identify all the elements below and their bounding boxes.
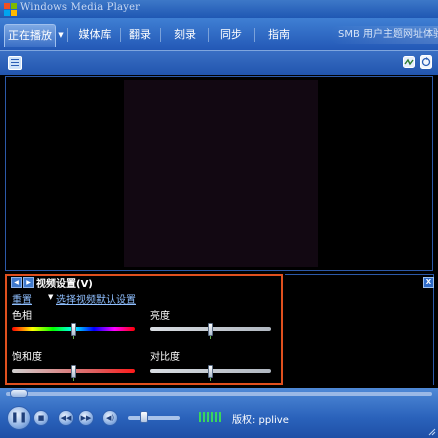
tab-divider xyxy=(254,28,255,42)
online-store-label: SMB 用户主题网址体验 xyxy=(338,29,438,40)
video-frame xyxy=(124,80,318,267)
arrow-left-icon[interactable]: ◀ xyxy=(11,277,22,288)
brightness-label: 亮度 xyxy=(150,311,170,322)
saturation-slider-thumb[interactable] xyxy=(71,365,76,381)
volume-slider-track[interactable] xyxy=(128,416,180,420)
chevron-down-icon[interactable]: ▼ xyxy=(48,293,53,301)
seek-thumb[interactable] xyxy=(10,389,28,398)
mute-button[interactable]: ◀) xyxy=(102,410,118,426)
resize-grip-icon[interactable] xyxy=(426,426,436,436)
reset-link[interactable]: 重置 xyxy=(12,291,32,306)
tab-divider xyxy=(160,28,161,42)
hue-label: 色相 xyxy=(12,311,32,322)
brightness-slider-thumb[interactable] xyxy=(208,323,213,339)
tab-library[interactable]: 媒体库 xyxy=(70,24,120,46)
next-button[interactable]: ▶▶ xyxy=(78,410,94,426)
title-bar[interactable]: Windows Media Player xyxy=(0,0,438,18)
volume-slider-thumb[interactable] xyxy=(139,411,148,423)
next-icon: ▶▶ xyxy=(80,414,92,422)
contrast-label: 对比度 xyxy=(150,352,180,363)
tab-guide[interactable]: 指南 xyxy=(258,24,300,46)
seek-bar[interactable] xyxy=(6,392,432,396)
toolbar xyxy=(0,51,438,75)
pause-icon: ❚❚ xyxy=(10,412,28,423)
saturation-label: 饱和度 xyxy=(12,352,42,363)
speaker-icon: ◀) xyxy=(105,414,115,422)
window-title: Windows Media Player xyxy=(20,2,141,13)
shuffle-icon[interactable] xyxy=(403,56,415,68)
repeat-icon[interactable] xyxy=(420,55,432,69)
previous-icon: ◀◀ xyxy=(60,414,72,422)
pause-button[interactable]: ❚❚ xyxy=(7,406,31,430)
select-defaults-link[interactable]: 选择视频默认设置 xyxy=(56,291,136,306)
previous-button[interactable]: ◀◀ xyxy=(58,410,74,426)
audio-level-meter-icon xyxy=(199,412,225,422)
tab-divider xyxy=(120,28,121,42)
windows-logo-icon xyxy=(2,1,18,17)
tab-divider xyxy=(67,28,68,42)
tab-sync[interactable]: 同步 xyxy=(212,24,250,46)
contrast-slider-thumb[interactable] xyxy=(208,365,213,381)
online-store-banner[interactable]: SMB 用户主题网址体验 xyxy=(330,26,438,44)
chevron-down-icon[interactable]: ▼ xyxy=(56,24,66,46)
stop-button[interactable]: ■ xyxy=(33,410,49,426)
settings-title: 视频设置(V) xyxy=(36,279,93,290)
tab-now-playing[interactable]: 正在播放 xyxy=(4,24,56,47)
tab-rip[interactable]: 翻录 xyxy=(122,24,158,46)
tab-bar: 正在播放 ▼ 媒体库 翻录 刻录 同步 指南 SMB 用户主题网址体验 xyxy=(0,18,438,51)
stop-icon: ■ xyxy=(37,414,45,422)
enhancements-area xyxy=(285,274,434,385)
arrow-right-icon[interactable]: ▶ xyxy=(23,277,34,288)
tab-divider xyxy=(208,28,209,42)
close-icon[interactable]: X xyxy=(423,277,434,288)
hue-slider-thumb[interactable] xyxy=(71,323,76,339)
tab-burn[interactable]: 刻录 xyxy=(166,24,204,46)
menu-icon[interactable] xyxy=(8,56,22,70)
status-text: 版权: pplive xyxy=(232,415,289,426)
